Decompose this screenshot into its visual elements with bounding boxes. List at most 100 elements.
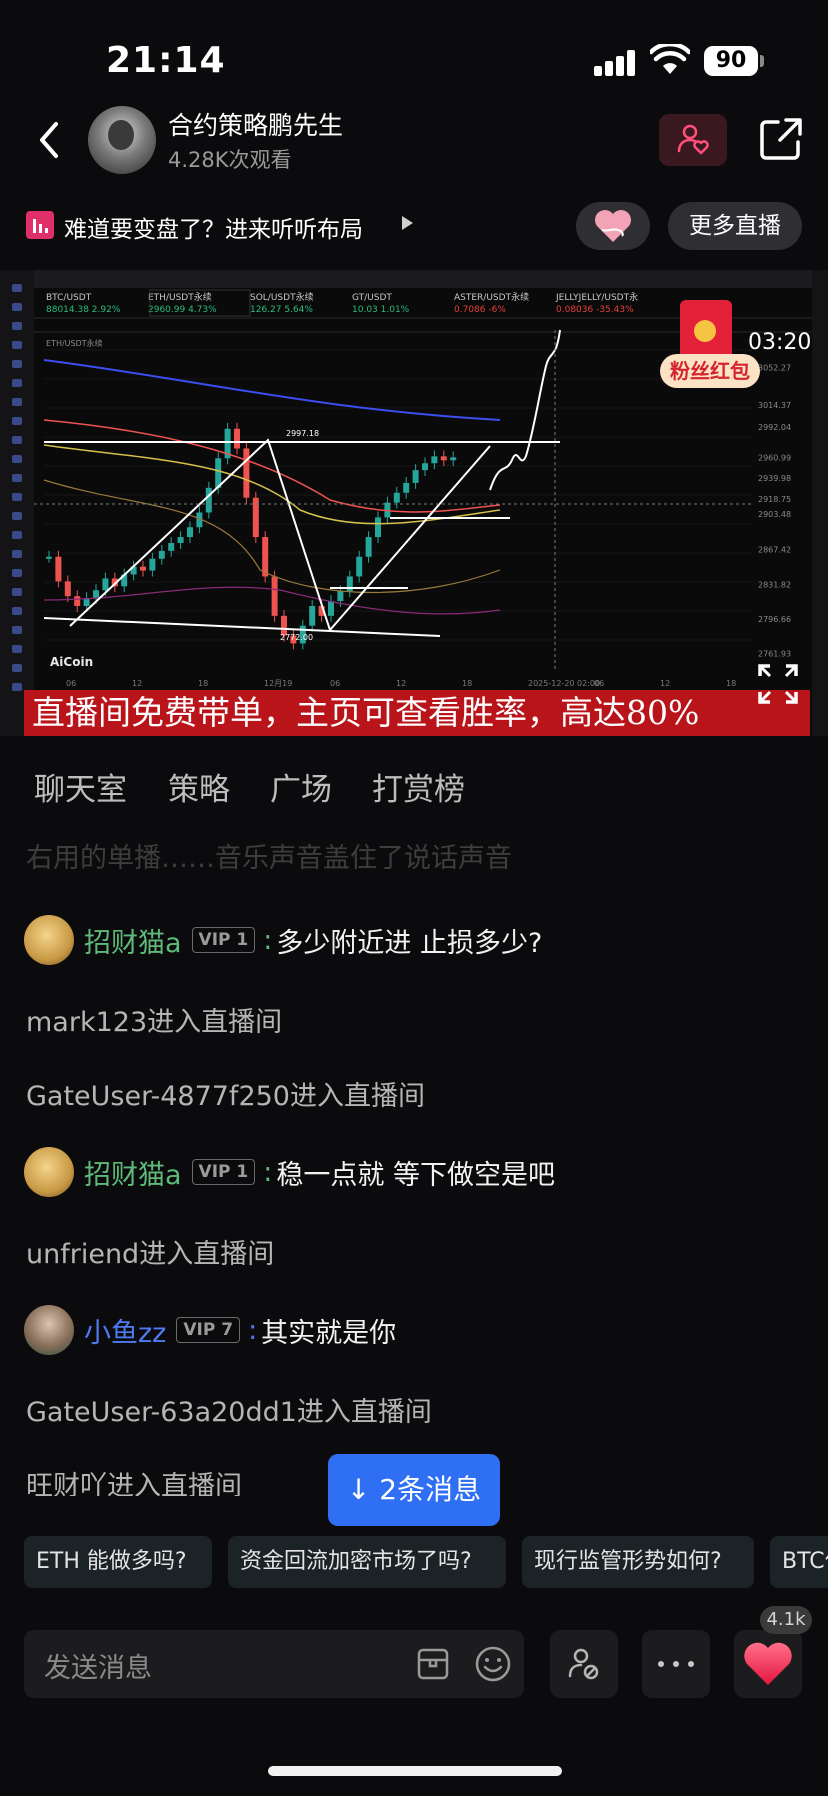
- fullscreen-icon[interactable]: [756, 662, 800, 706]
- chat-colon: :: [263, 1156, 273, 1188]
- chat-message[interactable]: 小鱼zz VIP 7 : 其实就是你: [24, 1302, 396, 1358]
- like-button[interactable]: [734, 1630, 802, 1698]
- candle-body: [346, 576, 353, 592]
- user-avatar[interactable]: [24, 1305, 74, 1355]
- vip-badge: VIP 1: [191, 1159, 256, 1185]
- candle-body: [440, 456, 447, 461]
- red-packet-icon[interactable]: [680, 300, 732, 360]
- toolbar-icon: [12, 417, 22, 425]
- more-options-button[interactable]: [642, 1630, 710, 1698]
- message-input-placeholder[interactable]: 发送消息: [44, 1646, 152, 1685]
- user-action-button[interactable]: [550, 1630, 618, 1698]
- time-axis-label: 06: [594, 679, 604, 688]
- streamer-avatar[interactable]: [88, 106, 156, 174]
- red-packet-label[interactable]: 粉丝红包: [660, 354, 760, 388]
- ticker-name: BTC/USDT: [46, 293, 92, 303]
- enter-notice: unfriend进入直播间: [26, 1239, 275, 1270]
- candle-body: [74, 596, 81, 606]
- time-axis-label: 12月19: [264, 679, 292, 688]
- quick-question-chip[interactable]: ETH 能做多吗?: [24, 1536, 212, 1588]
- back-button[interactable]: [30, 118, 70, 162]
- toolbar-icon: [12, 341, 22, 349]
- home-indicator[interactable]: [268, 1766, 562, 1776]
- chat-message[interactable]: 招财猫a VIP 1 : 多少附近进 止损多少?: [24, 912, 542, 968]
- follow-user-heart-icon: [677, 124, 709, 155]
- chat-username[interactable]: 招财猫a: [84, 1153, 182, 1192]
- more-live-button[interactable]: 更多直播: [668, 202, 802, 250]
- price-axis-label: 2918.75: [758, 495, 791, 504]
- candle-body: [309, 606, 316, 626]
- user-settings-icon: [568, 1648, 599, 1680]
- faded-chat-line: 右用的单播……音乐声音盖住了说话声音: [26, 843, 512, 874]
- share-icon[interactable]: [758, 116, 804, 162]
- tab-tip-ranking[interactable]: 打赏榜: [372, 764, 465, 809]
- price-axis-label: 2761.93: [758, 649, 791, 658]
- new-messages-button[interactable]: ↓ 2条消息: [328, 1454, 500, 1526]
- chat-message[interactable]: 招财猫a VIP 1 : 稳一点就 等下做空是吧: [24, 1144, 555, 1200]
- enter-notice: GateUser-4877f250进入直播间: [26, 1081, 425, 1112]
- announcement-text[interactable]: 难道要变盘了？进来听听布局: [64, 210, 363, 244]
- battery-tip: [760, 55, 764, 67]
- red-packet-countdown: 03:20: [748, 330, 812, 355]
- toolbar-icon: [12, 303, 22, 311]
- more-dots-icon: [658, 1661, 694, 1667]
- candle-body: [328, 601, 334, 616]
- message-input[interactable]: 发送消息: [24, 1630, 524, 1698]
- candle-body: [403, 482, 410, 493]
- quick-question-chip[interactable]: BTC价格走势如何?: [770, 1536, 828, 1588]
- emoji-icon[interactable]: [474, 1645, 512, 1683]
- streamer-name[interactable]: 合约策略鹏先生: [168, 106, 343, 142]
- chat-username[interactable]: 小鱼zz: [84, 1311, 166, 1350]
- tab-strategy[interactable]: 策略: [168, 764, 230, 809]
- annotation-high: 2997.18: [286, 429, 319, 438]
- chat-list[interactable]: 右用的单播……音乐声音盖住了说话声音 招财猫a VIP 1 : 多少附近进 止损…: [0, 836, 828, 1496]
- toolbar-icon: [12, 626, 22, 634]
- chart-pair-label: ETH/USDT永续: [46, 338, 103, 348]
- chat-text: 多少附近进 止损多少?: [276, 927, 543, 959]
- enter-notice: mark123进入直播间: [26, 1007, 283, 1038]
- tab-square[interactable]: 广场: [270, 764, 332, 809]
- enter-notice: 旺财吖进入直播间: [26, 1471, 242, 1496]
- toolbar-icon: [12, 398, 22, 406]
- package-icon[interactable]: [416, 1647, 450, 1681]
- user-avatar[interactable]: [24, 1147, 74, 1197]
- candle-body: [177, 537, 184, 543]
- enter-notice: GateUser-63a20dd1进入直播间: [26, 1397, 432, 1428]
- candle-body: [102, 578, 109, 591]
- toolbar-icon: [12, 645, 22, 653]
- status-bar: 21:14 90: [0, 0, 828, 110]
- user-avatar[interactable]: [24, 915, 74, 965]
- quick-question-chip[interactable]: 现行监管形势如何?: [522, 1536, 754, 1588]
- toolbar-icon: [12, 683, 22, 691]
- candle-body: [271, 576, 278, 616]
- candle-body: [234, 428, 240, 449]
- annotation-low: 2772.00: [280, 633, 313, 642]
- quick-question-chip[interactable]: 资金回流加密市场了吗?: [228, 1536, 506, 1588]
- announcement-row: 难道要变盘了？进来听听布局 更多直播: [0, 196, 828, 256]
- time-axis-label: 18: [198, 679, 208, 688]
- chart-topbar: [0, 270, 828, 288]
- heart-icon: [744, 1642, 792, 1685]
- candle-body: [46, 556, 52, 559]
- candle-body: [168, 542, 175, 551]
- chat-colon: :: [248, 1314, 258, 1346]
- time-axis-label: 06: [66, 679, 76, 688]
- chat-username[interactable]: 招财猫a: [84, 921, 182, 960]
- candle-body: [450, 457, 457, 461]
- follow-button[interactable]: [659, 114, 727, 166]
- ticker-quote: 10.03 1.01%: [352, 305, 410, 315]
- candle-body: [431, 456, 438, 464]
- price-axis-label: 2831.82: [758, 581, 791, 590]
- time-axis-label: 2025-12-20 02:00: [528, 679, 600, 688]
- toolbar-icon: [12, 607, 22, 615]
- candle-body: [158, 550, 165, 559]
- tab-chatroom[interactable]: 聊天室: [34, 764, 127, 809]
- candle-body: [187, 527, 193, 538]
- toolbar-icon: [12, 474, 22, 482]
- toolbar-icon: [12, 512, 22, 520]
- heart-gesture-button[interactable]: [576, 202, 650, 250]
- candle-body: [205, 487, 212, 513]
- cellular-signal-icon: [594, 50, 636, 76]
- price-axis-label: 2867.42: [758, 545, 791, 554]
- toolbar-icon: [12, 493, 22, 501]
